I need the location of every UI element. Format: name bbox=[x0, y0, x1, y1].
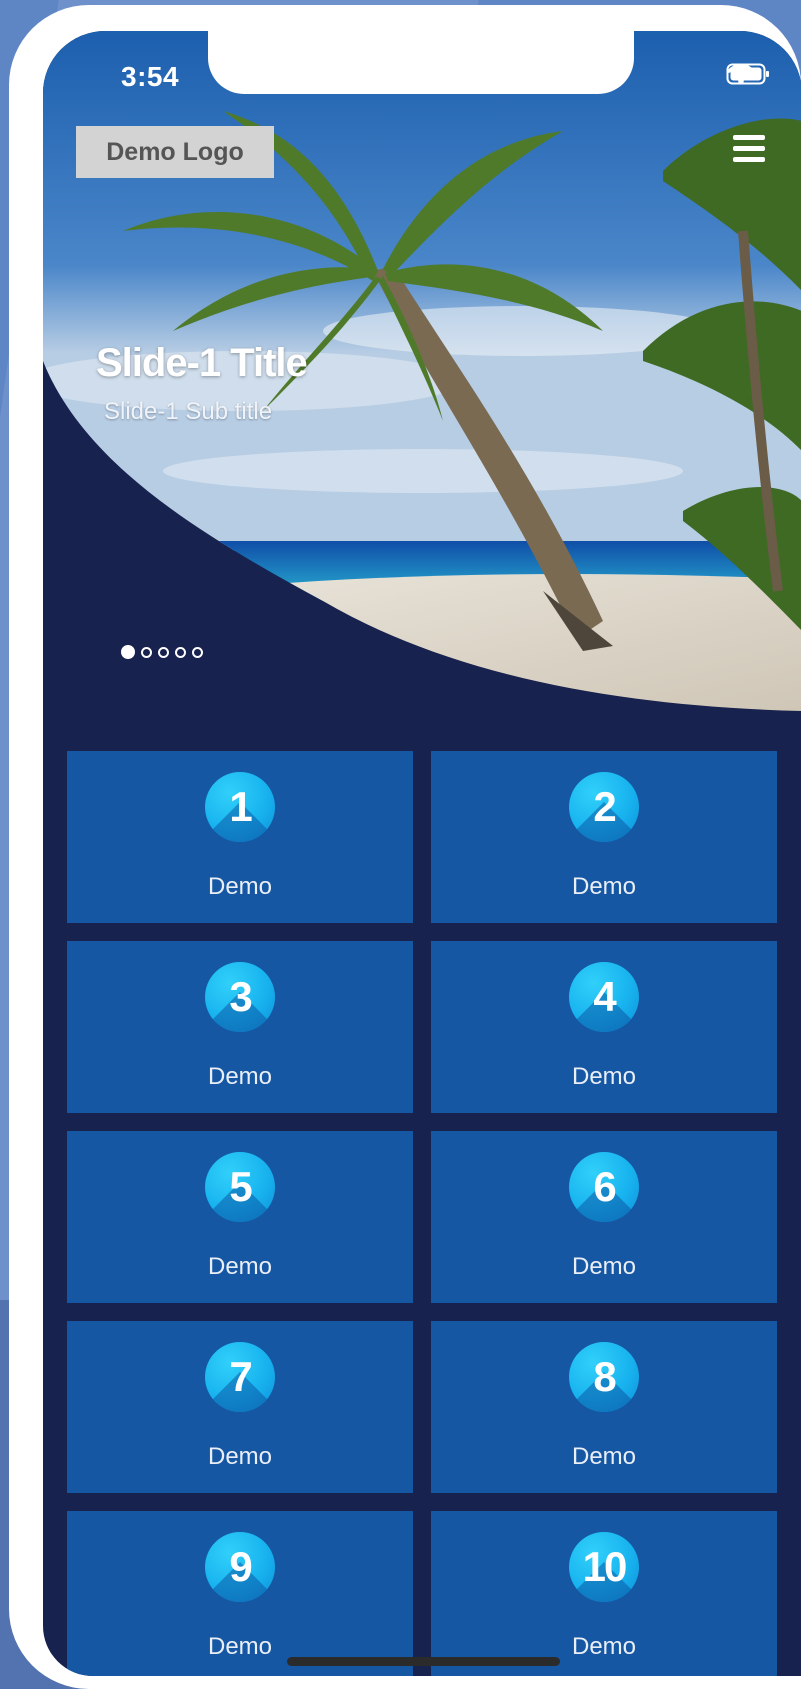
tile-label: Demo bbox=[571, 1443, 637, 1470]
number-7-icon: 7 bbox=[205, 1342, 275, 1412]
demo-tile-9[interactable]: 9 Demo bbox=[67, 1511, 413, 1676]
tile-label: Demo bbox=[571, 1253, 637, 1280]
number-9-icon: 9 bbox=[205, 1532, 275, 1602]
slide-dot-5[interactable] bbox=[192, 646, 203, 658]
home-indicator[interactable] bbox=[287, 1657, 560, 1666]
demo-tile-1[interactable]: 1 Demo bbox=[67, 751, 413, 923]
tile-label: Demo bbox=[207, 873, 273, 900]
number-10-icon: 10 bbox=[569, 1532, 639, 1602]
number-8-icon: 8 bbox=[569, 1342, 639, 1412]
phone-frame: 3:54 Demo Logo Slide-1 Title Slide-1 Sub… bbox=[9, 5, 801, 1689]
status-time: 3:54 bbox=[121, 61, 180, 92]
hero-slider[interactable]: 3:54 Demo Logo Slide-1 Title Slide-1 Sub… bbox=[43, 31, 801, 711]
demo-tile-5[interactable]: 5 Demo bbox=[67, 1131, 413, 1303]
demo-tile-4[interactable]: 4 Demo bbox=[431, 941, 777, 1113]
number-6-icon: 6 bbox=[569, 1152, 639, 1222]
slider-pagination bbox=[121, 645, 203, 659]
tile-label: Demo bbox=[207, 1253, 273, 1280]
tile-label: Demo bbox=[571, 1063, 637, 1090]
demo-tile-6[interactable]: 6 Demo bbox=[431, 1131, 777, 1303]
demo-tile-7[interactable]: 7 Demo bbox=[67, 1321, 413, 1493]
slide-title: Slide-1 Title bbox=[96, 341, 308, 385]
number-4-icon: 4 bbox=[569, 962, 639, 1032]
number-5-icon: 5 bbox=[205, 1152, 275, 1222]
demo-tile-2[interactable]: 2 Demo bbox=[431, 751, 777, 923]
number-2-icon: 2 bbox=[569, 772, 639, 842]
demo-tile-8[interactable]: 8 Demo bbox=[431, 1321, 777, 1493]
tile-label: Demo bbox=[207, 1443, 273, 1470]
device-notch bbox=[208, 31, 634, 94]
number-3-icon: 3 bbox=[205, 962, 275, 1032]
tile-label: Demo bbox=[571, 873, 637, 900]
slide-dot-3[interactable] bbox=[158, 646, 169, 658]
app-screen: 3:54 Demo Logo Slide-1 Title Slide-1 Sub… bbox=[43, 31, 801, 1676]
slide-dot-2[interactable] bbox=[141, 646, 152, 658]
slide-dot-1[interactable] bbox=[121, 645, 135, 659]
number-1-icon: 1 bbox=[205, 772, 275, 842]
hamburger-menu-icon[interactable] bbox=[733, 135, 765, 162]
slide-subtitle: Slide-1 Sub title bbox=[104, 398, 273, 425]
tile-label: Demo bbox=[207, 1063, 273, 1090]
demo-tile-10[interactable]: 10 Demo bbox=[431, 1511, 777, 1676]
demo-logo[interactable]: Demo Logo bbox=[76, 126, 274, 178]
slide-dot-4[interactable] bbox=[175, 646, 186, 658]
demo-grid: 1 Demo 2 Demo 3 Demo 4 Demo 5 Demo 6 Dem… bbox=[67, 751, 779, 1676]
demo-tile-3[interactable]: 3 Demo bbox=[67, 941, 413, 1113]
